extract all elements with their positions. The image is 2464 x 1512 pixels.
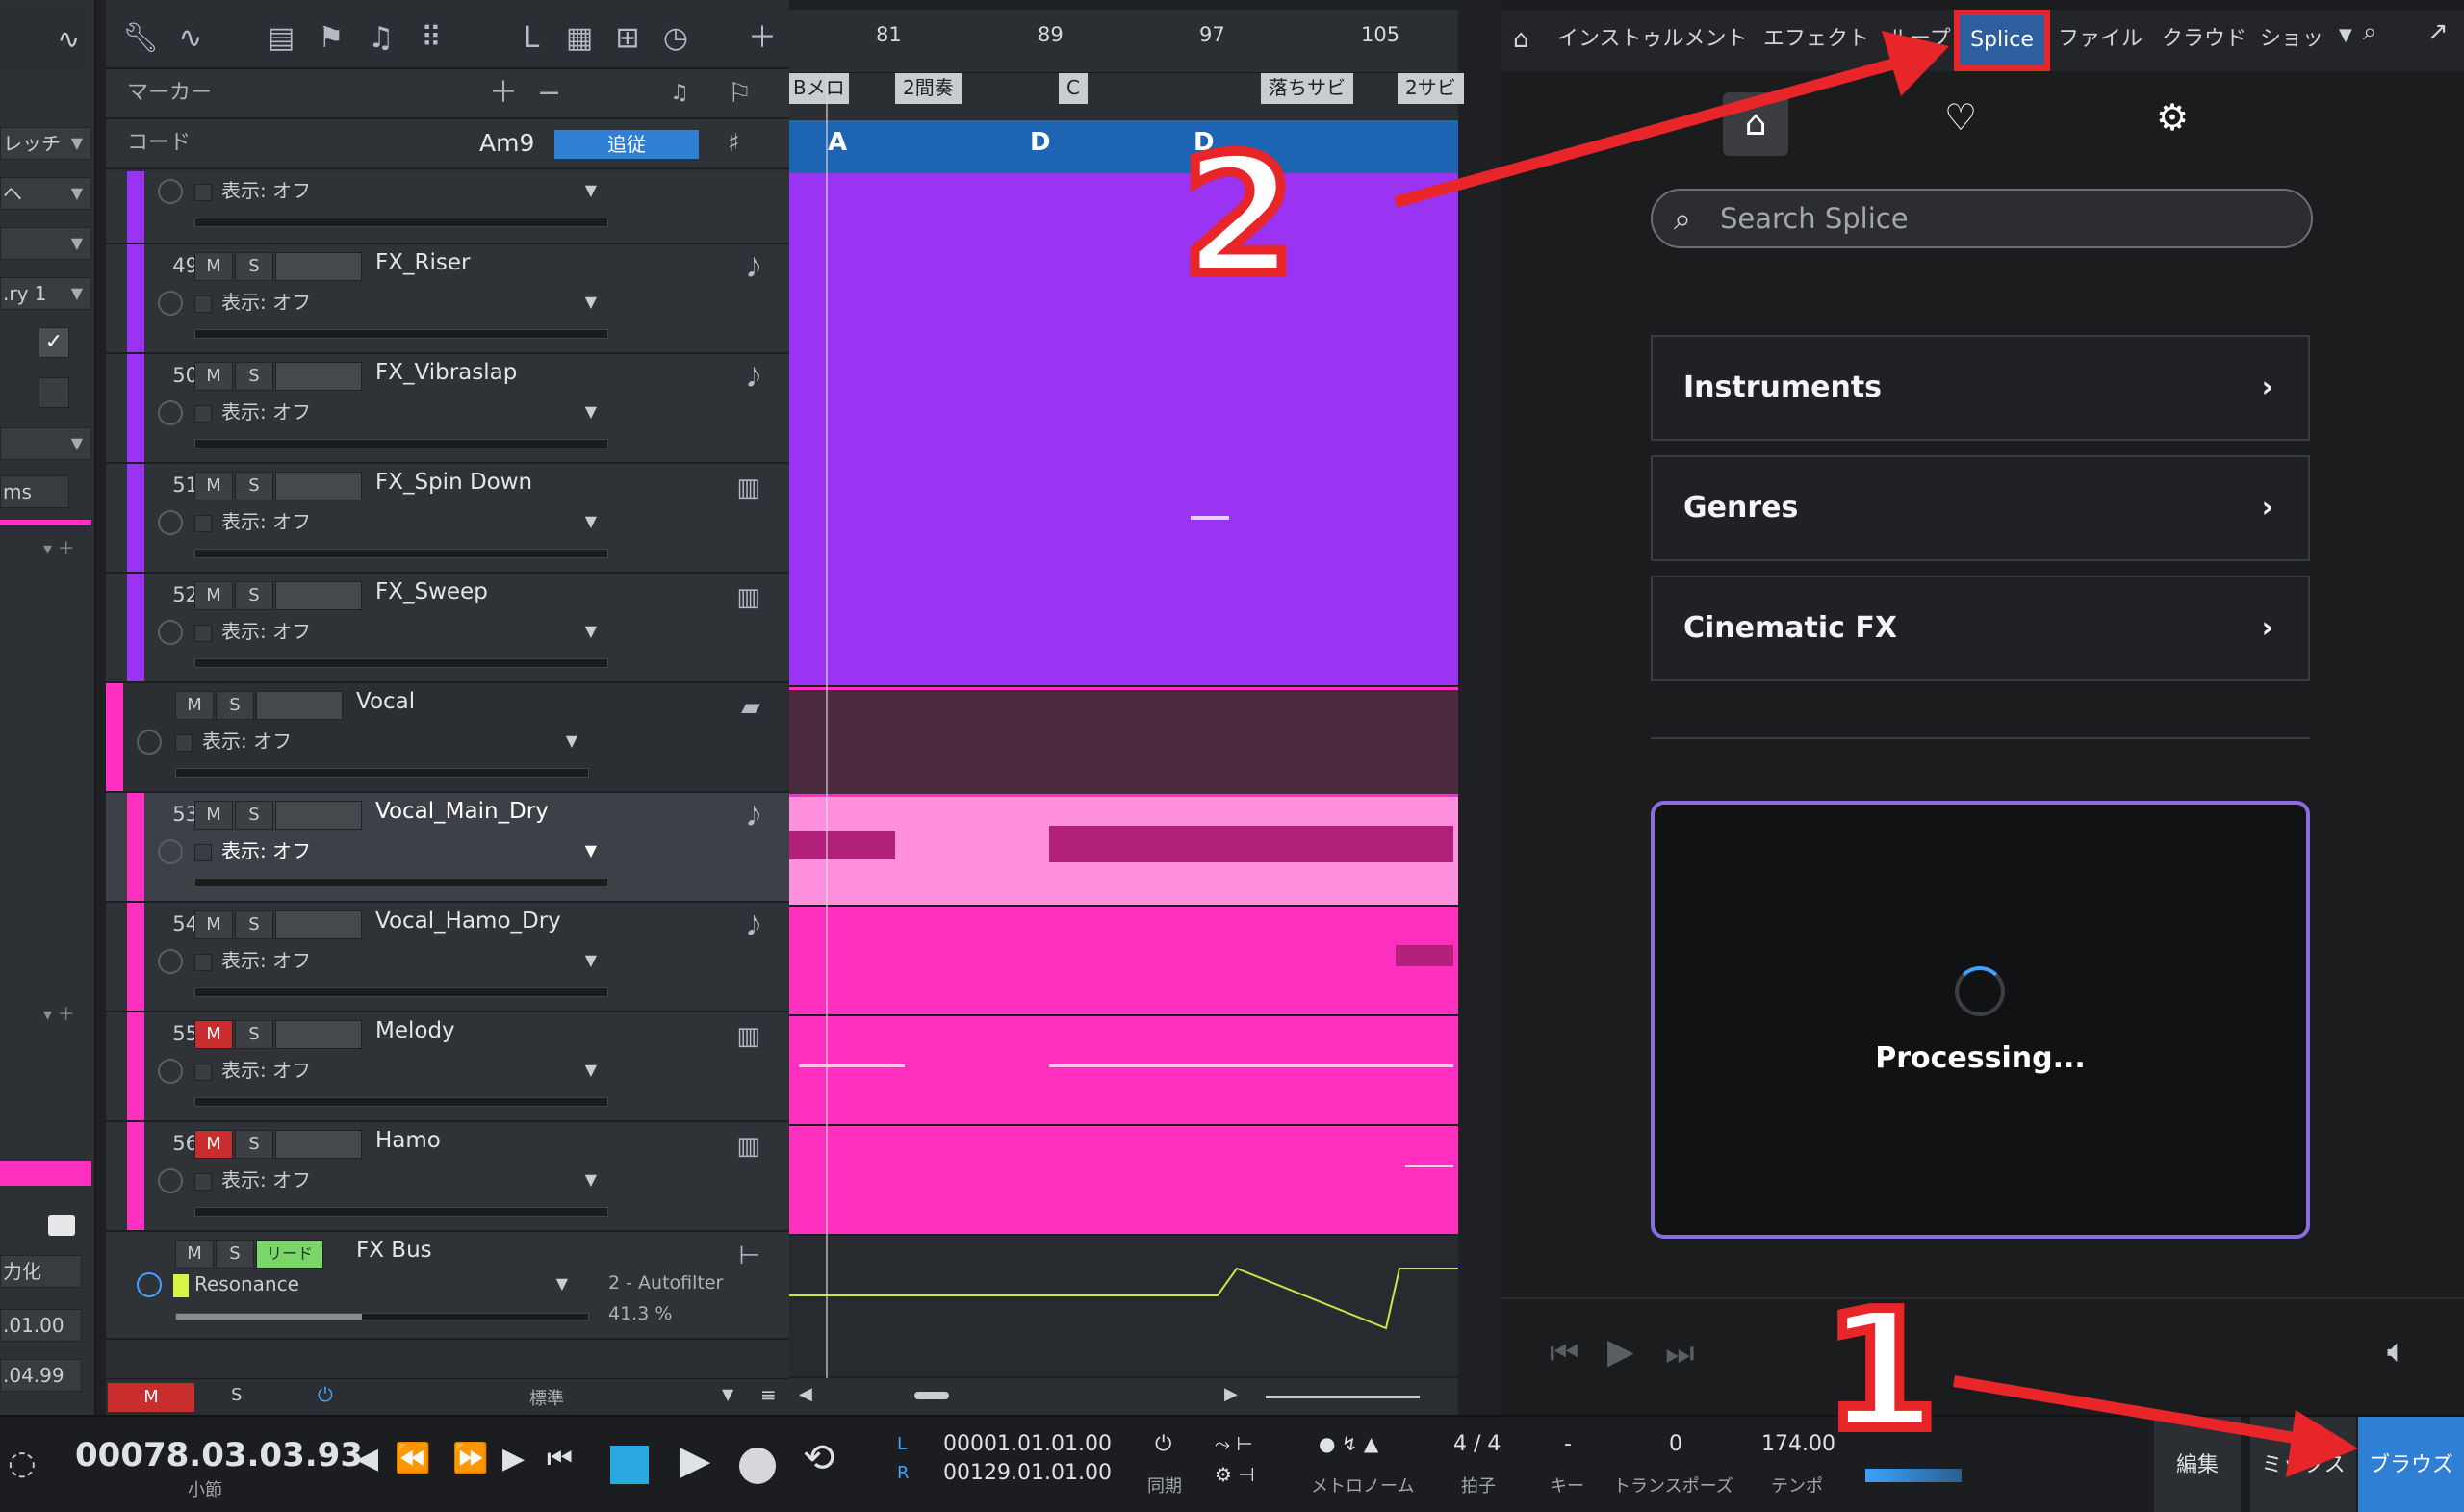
arrow-to-splice [1394, 52, 1917, 208]
step-1-label: 1 [1819, 1276, 1942, 1467]
arrow-head [2286, 1410, 2358, 1477]
step-2-label: 2 [1177, 121, 1300, 312]
arrow-head [1882, 31, 1949, 96]
arrow-to-browse [1953, 1375, 2330, 1449]
